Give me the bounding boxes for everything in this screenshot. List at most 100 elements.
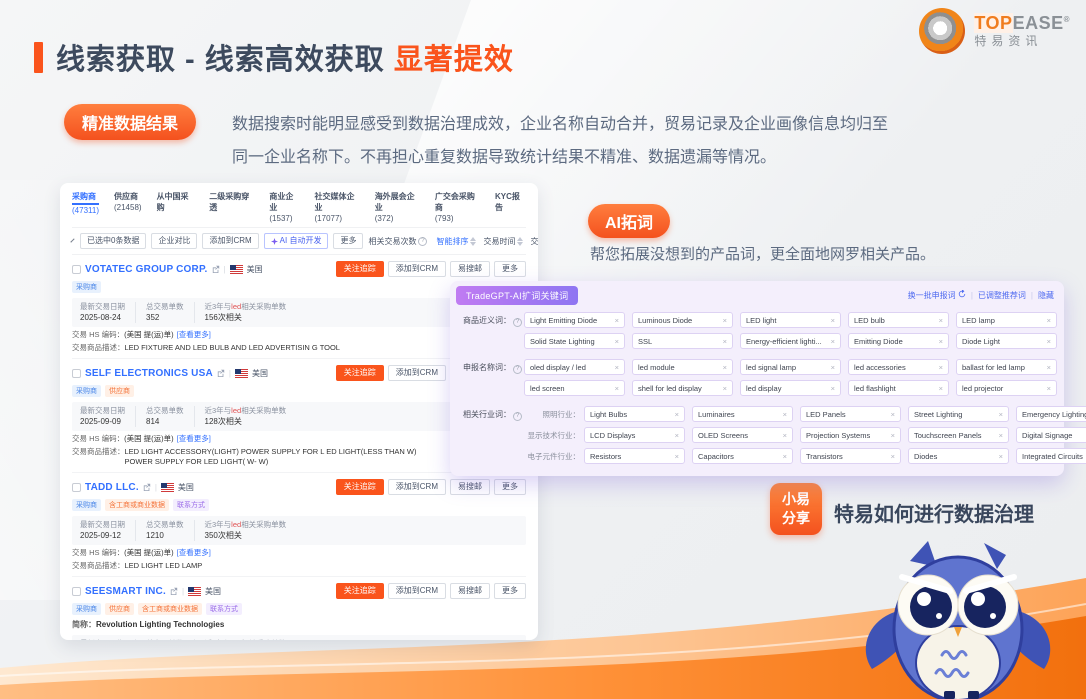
keyword-chip[interactable]: LED bulb× bbox=[848, 312, 949, 328]
tab-4[interactable]: 商业企业 (1537) bbox=[269, 191, 299, 224]
keyword-chip[interactable]: LED lamp× bbox=[956, 312, 1057, 328]
easy-mail-button[interactable]: 易搜邮 bbox=[450, 261, 490, 277]
chevron-down-icon[interactable] bbox=[70, 238, 74, 242]
keyword-chip[interactable]: Transistors× bbox=[800, 448, 901, 464]
chip-close-icon[interactable]: × bbox=[723, 337, 727, 346]
chip-close-icon[interactable]: × bbox=[999, 410, 1003, 419]
row-checkbox[interactable] bbox=[72, 483, 81, 492]
chip-close-icon[interactable]: × bbox=[939, 384, 943, 393]
keyword-chip[interactable]: LCD Displays× bbox=[584, 427, 685, 443]
toolbar-button-2[interactable]: AI 自动开发 bbox=[264, 233, 329, 249]
chip-close-icon[interactable]: × bbox=[615, 384, 619, 393]
keyword-chip[interactable]: LED light× bbox=[740, 312, 841, 328]
follow-track-button[interactable]: 关注追踪 bbox=[336, 583, 384, 599]
tab-2[interactable]: 从中国采购 bbox=[157, 191, 195, 224]
toolbar-button-0[interactable]: 企业对比 bbox=[151, 233, 197, 249]
external-link-icon[interactable] bbox=[217, 369, 225, 377]
row-checkbox[interactable] bbox=[72, 587, 81, 596]
tab-7[interactable]: 广交会采购商 (793) bbox=[435, 191, 480, 224]
add-to-crm-button[interactable]: 添加到CRM bbox=[388, 583, 446, 599]
add-to-crm-button[interactable]: 添加到CRM bbox=[388, 261, 446, 277]
tradegpt-action-2[interactable]: 隐藏 bbox=[1038, 290, 1054, 301]
chip-close-icon[interactable]: × bbox=[615, 316, 619, 325]
chip-close-icon[interactable]: × bbox=[891, 431, 895, 440]
keyword-chip[interactable]: Diode Light× bbox=[956, 333, 1057, 349]
chip-close-icon[interactable]: × bbox=[1047, 384, 1051, 393]
chip-close-icon[interactable]: × bbox=[939, 337, 943, 346]
more-button[interactable]: 更多 bbox=[494, 583, 526, 599]
row-checkbox[interactable] bbox=[72, 265, 81, 274]
keyword-chip[interactable]: oled display / led× bbox=[524, 359, 625, 375]
chip-close-icon[interactable]: × bbox=[831, 363, 835, 372]
chip-close-icon[interactable]: × bbox=[783, 410, 787, 419]
chip-close-icon[interactable]: × bbox=[891, 410, 895, 419]
keyword-chip[interactable]: Energy-efficient lighti...× bbox=[740, 333, 841, 349]
keyword-chip[interactable]: Diodes× bbox=[908, 448, 1009, 464]
tab-5[interactable]: 社交媒体企业 (17077) bbox=[315, 191, 360, 224]
keyword-chip[interactable]: led accessories× bbox=[848, 359, 949, 375]
company-name-link[interactable]: SELF ELECTRONICS USA bbox=[85, 368, 213, 379]
chip-close-icon[interactable]: × bbox=[615, 363, 619, 372]
add-to-crm-button[interactable]: 添加到CRM bbox=[388, 365, 446, 381]
follow-track-button[interactable]: 关注追踪 bbox=[336, 365, 384, 381]
chip-close-icon[interactable]: × bbox=[615, 337, 619, 346]
keyword-chip[interactable]: Light Bulbs× bbox=[584, 406, 685, 422]
chip-close-icon[interactable]: × bbox=[999, 431, 1003, 440]
keyword-chip[interactable]: Integrated Circuits× bbox=[1016, 448, 1086, 464]
keyword-chip[interactable]: led screen× bbox=[524, 380, 625, 396]
keyword-chip[interactable]: Luminaires× bbox=[692, 406, 793, 422]
chip-close-icon[interactable]: × bbox=[831, 384, 835, 393]
view-more-link[interactable]: [查看更多] bbox=[177, 548, 211, 558]
chip-close-icon[interactable]: × bbox=[723, 384, 727, 393]
chip-close-icon[interactable]: × bbox=[831, 337, 835, 346]
chip-close-icon[interactable]: × bbox=[783, 452, 787, 461]
chip-close-icon[interactable]: × bbox=[831, 316, 835, 325]
follow-track-button[interactable]: 关注追踪 bbox=[336, 479, 384, 495]
selected-count-button[interactable]: 已选中0条数据 bbox=[80, 233, 146, 249]
easy-mail-button[interactable]: 易搜邮 bbox=[450, 479, 490, 495]
keyword-chip[interactable]: led projector× bbox=[956, 380, 1057, 396]
keyword-chip[interactable]: Capacitors× bbox=[692, 448, 793, 464]
view-more-link[interactable]: [查看更多] bbox=[177, 434, 211, 444]
sorter-2[interactable]: 交易总量 bbox=[530, 236, 538, 247]
chip-close-icon[interactable]: × bbox=[939, 316, 943, 325]
keyword-chip[interactable]: OLED Screens× bbox=[692, 427, 793, 443]
tradegpt-action-1[interactable]: 已调整推荐词 bbox=[978, 290, 1026, 301]
chip-close-icon[interactable]: × bbox=[1047, 363, 1051, 372]
add-to-crm-button[interactable]: 添加到CRM bbox=[388, 479, 446, 495]
more-button[interactable]: 更多 bbox=[494, 261, 526, 277]
keyword-chip[interactable]: Resistors× bbox=[584, 448, 685, 464]
chip-close-icon[interactable]: × bbox=[999, 452, 1003, 461]
keyword-chip[interactable]: LED Panels× bbox=[800, 406, 901, 422]
chip-close-icon[interactable]: × bbox=[1047, 337, 1051, 346]
row-checkbox[interactable] bbox=[72, 369, 81, 378]
keyword-chip[interactable]: led flashlight× bbox=[848, 380, 949, 396]
keyword-chip[interactable]: shell for led display× bbox=[632, 380, 733, 396]
sorter-1[interactable]: 交易时间 bbox=[483, 236, 523, 247]
keyword-chip[interactable]: led module× bbox=[632, 359, 733, 375]
follow-track-button[interactable]: 关注追踪 bbox=[336, 261, 384, 277]
chip-close-icon[interactable]: × bbox=[723, 316, 727, 325]
sorter-0[interactable]: 智能排序 bbox=[436, 236, 476, 247]
keyword-chip[interactable]: SSL× bbox=[632, 333, 733, 349]
keyword-chip[interactable]: Projection Systems× bbox=[800, 427, 901, 443]
keyword-chip[interactable]: Luminous Diode× bbox=[632, 312, 733, 328]
keyword-chip[interactable]: Emitting Diode× bbox=[848, 333, 949, 349]
company-name-link[interactable]: SEESMART INC. bbox=[85, 586, 166, 597]
chip-close-icon[interactable]: × bbox=[783, 431, 787, 440]
more-button[interactable]: 更多 bbox=[494, 479, 526, 495]
keyword-chip[interactable]: Light Emitting Diode× bbox=[524, 312, 625, 328]
chip-close-icon[interactable]: × bbox=[939, 363, 943, 372]
keyword-chip[interactable]: Emergency Lighting× bbox=[1016, 406, 1086, 422]
external-link-icon[interactable] bbox=[170, 587, 178, 595]
external-link-icon[interactable] bbox=[143, 483, 151, 491]
easy-mail-button[interactable]: 易搜邮 bbox=[450, 583, 490, 599]
external-link-icon[interactable] bbox=[212, 265, 220, 273]
keyword-chip[interactable]: led display× bbox=[740, 380, 841, 396]
tradegpt-action-0[interactable]: 换一批申报词 bbox=[908, 290, 966, 301]
chip-close-icon[interactable]: × bbox=[723, 363, 727, 372]
toolbar-button-3[interactable]: 更多 bbox=[333, 233, 363, 249]
tab-8[interactable]: KYC报告 bbox=[495, 191, 526, 224]
toolbar-button-1[interactable]: 添加到CRM bbox=[202, 233, 258, 249]
chip-close-icon[interactable]: × bbox=[675, 452, 679, 461]
